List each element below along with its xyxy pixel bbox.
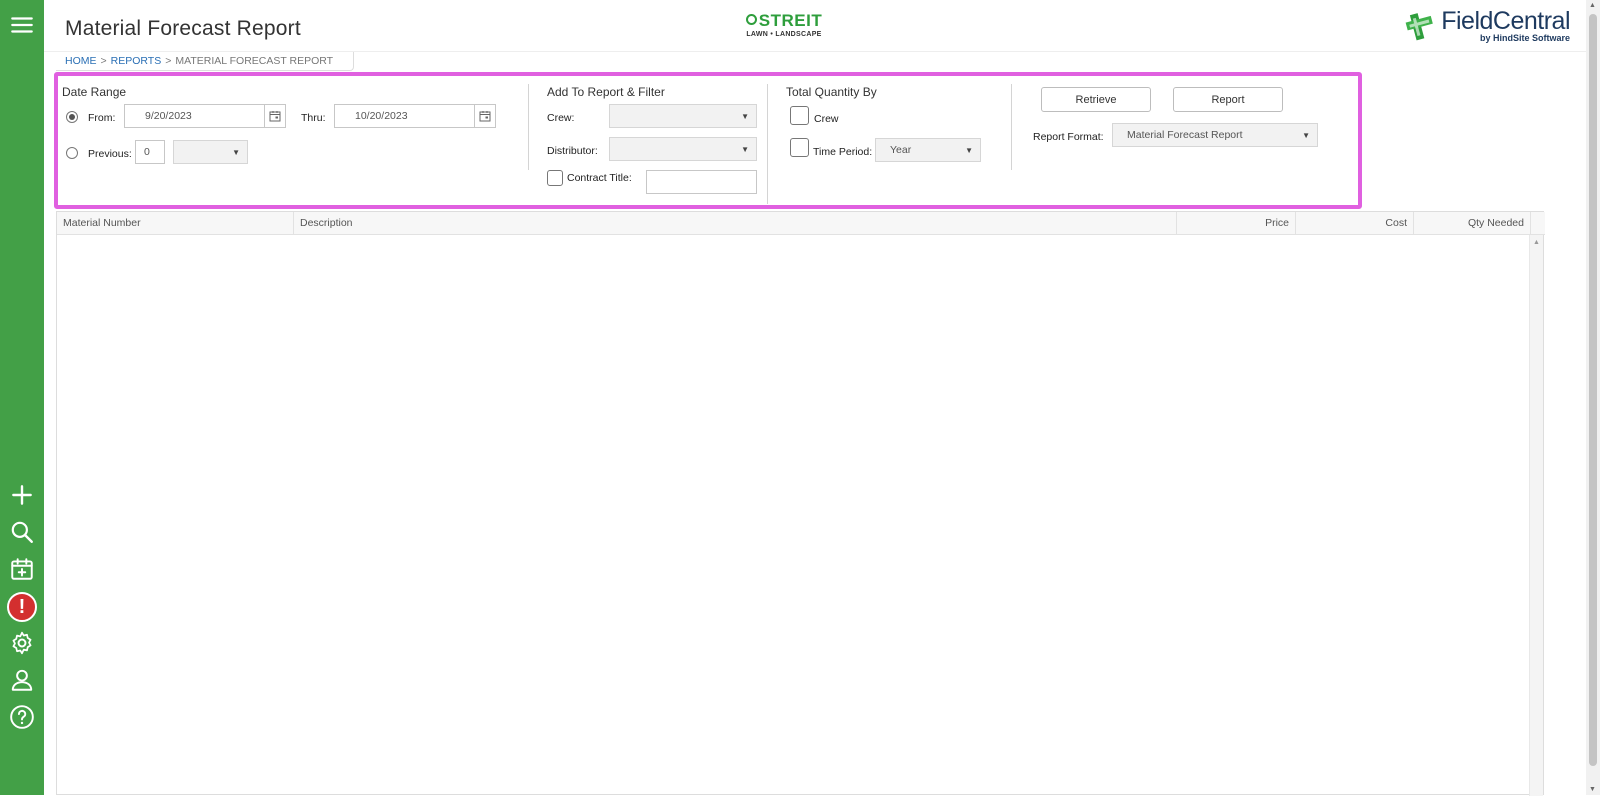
chevron-down-icon: ▼ xyxy=(741,112,749,121)
contract-title-label: Contract Title: xyxy=(567,172,632,184)
date-range-title: Date Range xyxy=(62,85,127,99)
crew-select[interactable]: ▼ xyxy=(609,104,757,128)
search-icon[interactable] xyxy=(8,518,36,546)
report-format-select[interactable]: Material Forecast Report ▼ xyxy=(1112,123,1318,147)
from-date-input[interactable]: 9/20/2023 xyxy=(124,104,286,128)
help-icon[interactable] xyxy=(8,703,36,731)
total-by-time-period-checkbox[interactable] xyxy=(790,138,809,157)
date-range-from-radio[interactable] xyxy=(66,111,78,123)
streit-logo: STREIT LAWN • LANDSCAPE xyxy=(745,11,823,38)
user-icon[interactable] xyxy=(8,666,36,694)
divider xyxy=(767,84,768,204)
alert-icon[interactable]: ! xyxy=(7,592,37,622)
thru-date-input[interactable]: 10/20/2023 xyxy=(334,104,496,128)
gear-icon[interactable] xyxy=(8,629,36,657)
calendar-icon[interactable] xyxy=(474,105,495,127)
previous-unit-select[interactable]: ▼ xyxy=(173,140,248,164)
date-range-previous-radio[interactable] xyxy=(66,147,78,159)
scrollbar-thumb[interactable] xyxy=(1589,14,1597,766)
page-title: Material Forecast Report xyxy=(65,17,301,40)
distributor-select[interactable]: ▼ xyxy=(609,137,757,161)
report-format-label: Report Format: xyxy=(1033,131,1104,143)
column-header-cost[interactable]: Cost xyxy=(1296,212,1414,234)
divider xyxy=(528,84,529,170)
contract-title-input[interactable] xyxy=(646,170,757,194)
app-header: Material Forecast Report STREIT LAWN • L… xyxy=(44,0,1600,52)
scroll-down-icon[interactable]: ▼ xyxy=(1589,786,1596,793)
fieldcentral-logo: FieldCentral by HindSite Software xyxy=(1403,7,1570,45)
calendar-icon[interactable] xyxy=(264,105,285,127)
column-header-price[interactable]: Price xyxy=(1177,212,1296,234)
crew-label: Crew: xyxy=(547,112,575,124)
breadcrumb-current: MATERIAL FORECAST REPORT xyxy=(175,55,334,67)
contract-title-checkbox[interactable] xyxy=(547,170,563,186)
column-header-material-number[interactable]: Material Number xyxy=(57,212,294,234)
column-header-qty-needed[interactable]: Qty Needed xyxy=(1414,212,1531,234)
calendar-add-icon[interactable] xyxy=(8,555,36,583)
add-filter-title: Add To Report & Filter xyxy=(547,85,665,99)
column-header-description[interactable]: Description xyxy=(294,212,1177,234)
table-scrollbar[interactable]: ▲ xyxy=(1529,235,1543,796)
results-table: Material Number Description Price Cost Q… xyxy=(56,211,1545,796)
breadcrumb-reports[interactable]: REPORTS xyxy=(111,55,162,67)
plus-icon[interactable] xyxy=(8,481,36,509)
chevron-down-icon: ▼ xyxy=(1302,131,1310,140)
divider xyxy=(1011,84,1012,170)
total-by-crew-label: Crew xyxy=(814,113,839,125)
retrieve-button[interactable]: Retrieve xyxy=(1041,87,1151,112)
breadcrumb: HOME > REPORTS > MATERIAL FORECAST REPOR… xyxy=(56,52,355,71)
chevron-down-icon: ▼ xyxy=(965,146,973,155)
previous-label: Previous: xyxy=(88,148,132,160)
total-quantity-title: Total Quantity By xyxy=(786,85,877,99)
breadcrumb-home[interactable]: HOME xyxy=(65,55,97,67)
filter-panel: Date Range From: 9/20/2023 Thru: 10/20/2… xyxy=(54,72,1362,209)
streit-mark-icon xyxy=(745,14,757,25)
time-period-label: Time Period: xyxy=(813,146,873,158)
page-scrollbar[interactable]: ▲ ▼ xyxy=(1586,0,1600,795)
sidebar: ! xyxy=(0,0,44,795)
table-header: Material Number Description Price Cost Q… xyxy=(57,212,1545,235)
scroll-up-icon[interactable]: ▲ xyxy=(1533,239,1540,246)
fieldcentral-mark-icon xyxy=(1405,13,1434,41)
menu-icon[interactable] xyxy=(8,11,36,39)
from-label: From: xyxy=(88,112,116,124)
chevron-down-icon: ▼ xyxy=(741,145,749,154)
distributor-label: Distributor: xyxy=(547,145,598,157)
thru-label: Thru: xyxy=(301,112,326,124)
total-by-crew-checkbox[interactable] xyxy=(790,106,809,125)
chevron-down-icon: ▼ xyxy=(232,148,240,157)
scroll-up-icon[interactable]: ▲ xyxy=(1589,2,1596,9)
previous-count-input[interactable]: 0 xyxy=(135,140,165,164)
report-button[interactable]: Report xyxy=(1173,87,1283,112)
time-period-select[interactable]: Year ▼ xyxy=(875,138,981,162)
